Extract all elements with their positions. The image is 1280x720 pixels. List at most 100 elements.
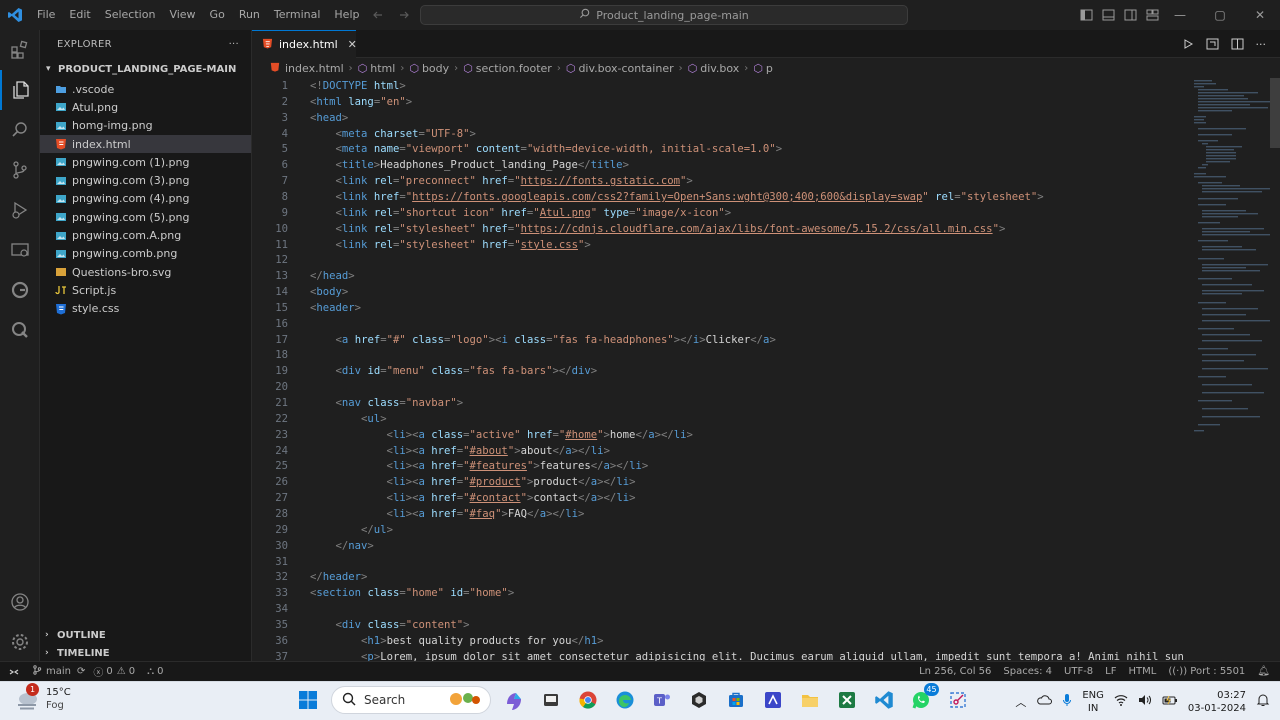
more-actions-icon[interactable]: ··· [1256, 38, 1267, 51]
open-preview-icon[interactable] [1206, 35, 1219, 54]
battery-icon[interactable] [1162, 694, 1178, 709]
volume-icon[interactable] [1138, 694, 1152, 709]
remote-explorer-icon[interactable] [0, 230, 40, 270]
language-indicator[interactable]: ENG IN [1082, 689, 1104, 715]
edge-icon[interactable] [611, 686, 639, 714]
chrome-icon[interactable] [574, 686, 602, 714]
forward-arrow-icon[interactable] [398, 6, 410, 25]
warning-count[interactable]: 0 [129, 666, 135, 677]
file-item[interactable]: pngwing.com (5).png [40, 208, 251, 226]
settings-gear-icon[interactable] [0, 622, 40, 662]
menu-selection[interactable]: Selection [98, 0, 163, 30]
teams-icon[interactable]: T [648, 686, 676, 714]
taskbar-search[interactable]: Search [331, 686, 491, 714]
file-item[interactable]: .vscode [40, 80, 251, 98]
excel-icon[interactable] [833, 686, 861, 714]
split-editor-icon[interactable] [1231, 35, 1244, 54]
chevron-up-icon[interactable]: ︿ [1015, 694, 1026, 710]
menu-view[interactable]: View [162, 0, 202, 30]
extensions-icon[interactable] [0, 30, 40, 70]
breadcrumb-file[interactable]: index.html [285, 62, 344, 75]
windows-start-icon[interactable] [294, 686, 322, 714]
encoding[interactable]: UTF-8 [1064, 666, 1093, 677]
menu-help[interactable]: Help [327, 0, 366, 30]
back-arrow-icon[interactable] [372, 6, 384, 25]
file-explorer-icon[interactable] [796, 686, 824, 714]
menu-run[interactable]: Run [232, 0, 267, 30]
language-mode[interactable]: HTML [1129, 666, 1157, 677]
more-actions-icon[interactable]: ··· [229, 39, 239, 50]
onedrive-cloud-icon[interactable] [1036, 694, 1053, 709]
shield-app-icon[interactable] [685, 686, 713, 714]
toggle-sidebar-icon[interactable] [1080, 6, 1093, 25]
breadcrumb-section-footer[interactable]: section.footer [476, 62, 552, 75]
gitlens-icon[interactable] [0, 270, 40, 310]
indentation[interactable]: Spaces: 4 [1003, 666, 1052, 677]
code-editor[interactable]: 1 <!DOCTYPE html> 2 <html lang="en"> 3 <head>… [252, 78, 1280, 661]
file-item[interactable]: pngwing.com (4).png [40, 190, 251, 208]
close-window-icon[interactable]: ✕ [1240, 0, 1280, 30]
file-item[interactable]: Atul.png [40, 98, 251, 116]
copilot-icon[interactable] [500, 686, 528, 714]
microphone-icon[interactable] [1062, 693, 1072, 710]
ports-count[interactable]: 0 [157, 666, 163, 677]
vscode-taskbar-icon[interactable] [870, 686, 898, 714]
whatsapp-icon[interactable]: 45 [907, 683, 939, 714]
toggle-secondary-sidebar-icon[interactable] [1124, 6, 1137, 25]
sync-icon[interactable]: ⟳ [77, 666, 85, 677]
menu-terminal[interactable]: Terminal [267, 0, 328, 30]
git-branch-label[interactable]: main [46, 666, 71, 677]
breadcrumb-p[interactable]: p [766, 62, 773, 75]
file-item[interactable]: pngwing.com (3).png [40, 171, 251, 189]
run-debug-icon[interactable] [0, 190, 40, 230]
snipping-tool-icon[interactable] [944, 686, 972, 714]
account-icon[interactable] [0, 582, 40, 622]
file-manager-icon[interactable] [537, 686, 565, 714]
visual-studio-icon[interactable] [759, 686, 787, 714]
menu-go[interactable]: Go [203, 0, 232, 30]
command-center-search[interactable]: Product_landing_page-main [420, 5, 908, 25]
weather-widget[interactable]: 1 15°C Fog [14, 683, 71, 712]
minimap[interactable] [1192, 78, 1270, 438]
run-icon[interactable] [1182, 35, 1194, 54]
cursor-position[interactable]: Ln 256, Col 56 [919, 666, 991, 677]
microsoft-store-icon[interactable] [722, 686, 750, 714]
file-item[interactable]: pngwing.comb.png [40, 245, 251, 263]
notification-center-icon[interactable] [1256, 693, 1270, 710]
search-sidebar-icon[interactable] [0, 110, 40, 150]
source-control-icon[interactable] [0, 150, 40, 190]
breadcrumb-body[interactable]: body [422, 62, 449, 75]
toggle-panel-icon[interactable] [1102, 6, 1115, 25]
file-item[interactable]: homg-img.png [40, 117, 251, 135]
menu-edit[interactable]: Edit [62, 0, 97, 30]
file-item[interactable]: index.html [40, 134, 251, 154]
wifi-icon[interactable] [1114, 694, 1128, 709]
timeline-section[interactable]: › TIMELINE [40, 644, 252, 662]
notifications-bell-icon[interactable]: 🔔︎ [1257, 666, 1270, 677]
tab-index-html[interactable]: index.html ✕ [252, 30, 357, 58]
file-item[interactable]: Questions-bro.svg [40, 263, 251, 281]
code-token: > [629, 476, 636, 489]
file-item[interactable]: pngwing.com (1).png [40, 153, 251, 171]
breadcrumb-div-box-container[interactable]: div.box-container [578, 62, 673, 75]
live-server-port[interactable]: ((·)) Port : 5501 [1168, 666, 1245, 677]
error-count[interactable]: 0 [106, 666, 112, 677]
explorer-icon[interactable] [0, 70, 40, 110]
file-item[interactable]: pngwing.com.A.png [40, 226, 251, 244]
vertical-scrollbar[interactable] [1270, 78, 1280, 148]
breadcrumb-html[interactable]: html [370, 62, 395, 75]
menu-file[interactable]: File [30, 0, 62, 30]
outline-section[interactable]: › OUTLINE [40, 626, 252, 644]
system-clock[interactable]: 03:27 03-01-2024 [1188, 689, 1246, 715]
file-item[interactable]: Script.js [40, 281, 251, 299]
end-of-line[interactable]: LF [1105, 666, 1116, 677]
breadcrumb-div-box[interactable]: div.box [700, 62, 739, 75]
root-folder[interactable]: ▾ PRODUCT_LANDING_PAGE-MAIN [40, 58, 251, 80]
maximize-icon[interactable]: ▢ [1200, 0, 1240, 30]
file-item[interactable]: style.css [40, 300, 251, 318]
search-extension-icon[interactable] [0, 310, 40, 350]
customize-layout-icon[interactable] [1146, 6, 1159, 25]
close-tab-icon[interactable]: ✕ [348, 38, 357, 51]
minimize-icon[interactable]: — [1160, 0, 1200, 30]
remote-indicator-icon[interactable] [0, 662, 28, 681]
